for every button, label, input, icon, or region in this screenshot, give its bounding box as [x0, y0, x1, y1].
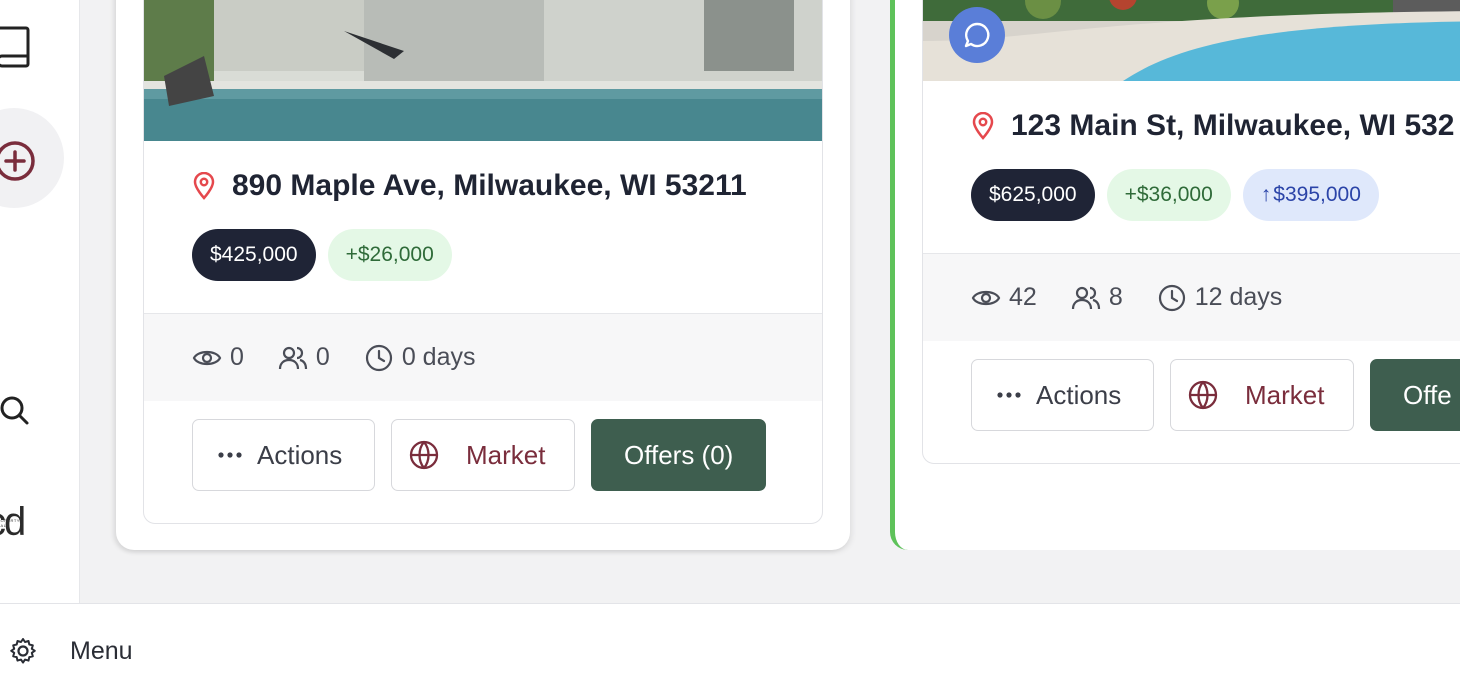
listing-address: 123 Main St, Milwaukee, WI 532: [971, 109, 1455, 143]
listing-card[interactable]: 123 Main St, Milwaukee, WI 532 $625,000 …: [922, 0, 1460, 464]
globe-icon: [1188, 380, 1218, 410]
price-increase-badge: ↑ $395,000: [1242, 169, 1379, 221]
leads-stat: 0: [278, 343, 330, 373]
listing-stats: 42 8 12 days: [923, 253, 1460, 341]
market-button[interactable]: Market: [391, 419, 575, 491]
views-stat: 42: [971, 283, 1037, 313]
days-stat: 0 days: [364, 343, 475, 373]
globe-icon: [409, 440, 439, 470]
price-pills: $625,000 +$36,000 ↑ $395,000: [971, 169, 1379, 221]
card-actions: Actions Market Offers (0): [192, 419, 767, 491]
offers-button[interactable]: Offe: [1370, 359, 1460, 431]
more-dots-icon: [218, 452, 242, 458]
arrow-up-icon: ↑: [1260, 183, 1272, 206]
actions-button[interactable]: Actions: [971, 359, 1154, 431]
market-button[interactable]: Market: [1170, 359, 1354, 431]
property-photo[interactable]: [144, 0, 822, 141]
listing-address: 890 Maple Ave, Milwaukee, WI 53211: [192, 169, 747, 203]
users-icon: [278, 346, 308, 369]
clock-icon: [365, 344, 392, 371]
price-badge: $425,000: [192, 229, 316, 281]
book-icon[interactable]: [0, 22, 36, 70]
price-delta-badge: +$36,000: [1106, 169, 1231, 221]
card-actions: Actions Market Offe: [971, 359, 1460, 431]
price-pills: $425,000 +$26,000: [192, 229, 452, 281]
location-pin-icon: [193, 172, 215, 200]
eye-icon: [971, 290, 1001, 305]
more-dots-icon: [997, 392, 1021, 398]
gear-icon: [10, 638, 36, 664]
listing-stats: 0 0 0 days: [144, 313, 822, 401]
price-badge: $625,000: [971, 169, 1095, 221]
property-photo[interactable]: [923, 0, 1460, 81]
users-icon: [1071, 286, 1100, 309]
days-stat: 12 days: [1157, 283, 1282, 313]
clock-icon: [1158, 284, 1185, 311]
actions-button[interactable]: Actions: [192, 419, 375, 491]
leads-stat: 8: [1071, 283, 1123, 313]
listing-card[interactable]: 890 Maple Ave, Milwaukee, WI 53211 $425,…: [143, 0, 823, 524]
menu-button[interactable]: Menu: [8, 636, 133, 666]
price-delta-badge: +$26,000: [327, 229, 452, 281]
add-circle-icon[interactable]: [0, 138, 38, 184]
bottom-bar: [0, 603, 1460, 676]
search-icon[interactable]: [0, 394, 30, 426]
brand-logo[interactable]: cd PROPERTY DEALS: [0, 500, 26, 545]
eye-icon: [192, 350, 222, 365]
chat-icon[interactable]: [949, 7, 1005, 63]
views-stat: 0: [192, 343, 244, 373]
left-sidebar: cd PROPERTY DEALS: [0, 0, 80, 603]
offers-button[interactable]: Offers (0): [591, 419, 767, 491]
location-pin-icon: [972, 112, 994, 140]
